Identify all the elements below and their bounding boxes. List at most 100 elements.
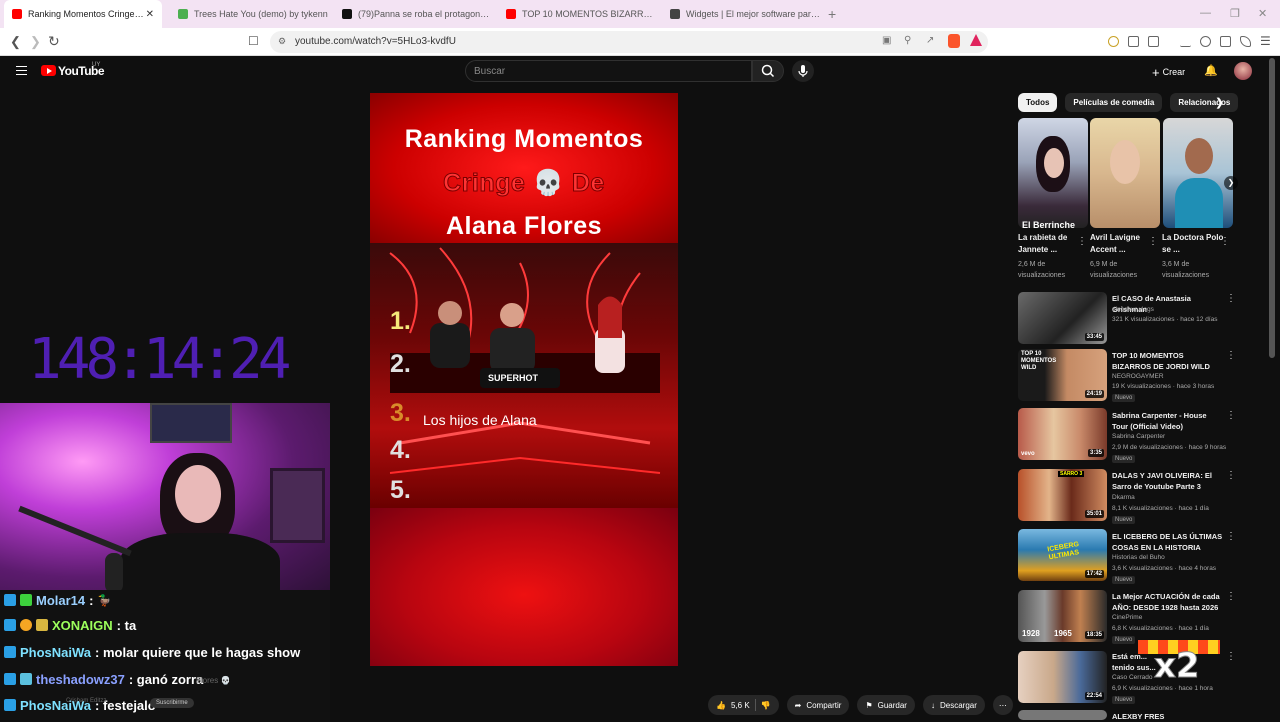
video-more-icon[interactable]: ⋮ (1226, 350, 1236, 361)
leo-icon[interactable] (1240, 36, 1251, 47)
new-tab-button[interactable]: + (828, 6, 836, 22)
sidebar-icon[interactable] (1148, 36, 1159, 47)
short-thumbnail[interactable] (1163, 118, 1233, 228)
channel-name[interactable]: Historias del Buho (1112, 554, 1165, 561)
bookmark-icon[interactable]: ☐ (248, 34, 259, 48)
duration-badge: 18:35 (1084, 631, 1104, 639)
channel-name[interactable]: NEGROGAYMER (1112, 373, 1164, 380)
media-icon[interactable] (1200, 36, 1211, 47)
chat-username[interactable]: XONAIGN (52, 618, 113, 633)
tab-top10[interactable]: TOP 10 MOMENTOS BIZARROS DE (498, 0, 658, 28)
tab-trees-hate-you[interactable]: Trees Hate You (demo) by tykenn (170, 0, 330, 28)
video-title[interactable]: EL ICEBERG DE LAS ÚLTIMAS COSAS EN LA HI… (1112, 531, 1224, 553)
video-title[interactable]: ALEXBY FRES (1112, 711, 1224, 722)
chip-comedy[interactable]: Películas de comedia (1065, 93, 1163, 112)
url-field[interactable]: ⚙ youtube.com/watch?v=5HLo3-kvdfU ▣ ⚲ ↗ (270, 31, 988, 53)
save-button[interactable]: ⚑ Guardar (857, 695, 915, 715)
account-avatar[interactable] (1234, 62, 1252, 80)
tab-ranking[interactable]: Ranking Momentos Cringe De A ✕ (4, 0, 162, 28)
guide-menu-icon[interactable] (16, 66, 27, 75)
like-button[interactable]: 👍 5,6 K 👎 (708, 695, 779, 715)
short-more-icon[interactable]: ⋮ (1148, 236, 1158, 247)
save-label: Guardar (877, 700, 907, 710)
window-close-icon[interactable]: ✕ (1258, 7, 1267, 20)
video-thumbnail[interactable]: 22:54 (1018, 651, 1107, 703)
extension-icon[interactable] (1108, 36, 1119, 47)
back-icon[interactable]: ❮ (10, 34, 21, 50)
chat-username[interactable]: theshadowz37 (36, 672, 125, 687)
video-title[interactable]: La Mejor ACTUACIÓN de cada AÑO: DESDE 19… (1112, 591, 1224, 613)
short-more-icon[interactable]: ⋮ (1220, 236, 1230, 247)
thumbs-down-icon[interactable]: 👎 (761, 701, 771, 710)
video-more-icon[interactable]: ⋮ (1226, 410, 1236, 421)
chip-related[interactable]: Relacionados (1170, 93, 1239, 112)
skull-icon: 💀 (532, 169, 565, 197)
download-button[interactable]: ↓ Descargar (922, 695, 985, 715)
page-scrollbar[interactable] (1269, 58, 1275, 358)
tiktok-favicon-icon (342, 9, 352, 19)
chat-username[interactable]: Molar14 (36, 593, 85, 608)
short-thumbnail[interactable]: El Berrinche (1018, 118, 1088, 230)
video-thumbnail[interactable]: vevo 3:35 (1018, 408, 1107, 460)
mic-arm (18, 505, 132, 557)
shorts-next-icon[interactable]: ❯ (1224, 176, 1238, 190)
notifications-bell-icon[interactable]: 🔔 (1204, 64, 1218, 77)
share-button[interactable]: ➦ Compartir (786, 695, 850, 715)
ghost-subscribe-button: Suscribirme (150, 698, 194, 708)
minimize-icon[interactable]: — (1200, 7, 1211, 19)
prime-badge-icon (4, 619, 16, 631)
video-player[interactable]: Ranking Momentos Cringe 💀 De Alana Flore… (370, 93, 678, 666)
video-thumbnail[interactable]: ICEBERG ULTIMAS 17:42 (1018, 529, 1107, 581)
video-more-icon[interactable]: ⋮ (1226, 591, 1236, 602)
forward-icon[interactable]: ❯ (30, 34, 41, 50)
short-thumbnail[interactable] (1090, 118, 1160, 228)
video-thumbnail[interactable]: SARRO 3 35:01 (1018, 469, 1107, 521)
youtube-logo-icon[interactable] (41, 65, 56, 76)
tab-tiktok[interactable]: (79)Panna se roba el protagonismo (334, 0, 494, 28)
video-meta: 3,6 K visualizaciones · hace 4 horas (1112, 565, 1217, 572)
reload-icon[interactable]: ↻ (48, 33, 60, 50)
chat-username[interactable]: PhosNaiWa (20, 645, 91, 660)
channel-name[interactable]: Sabrina Carpenter (1112, 433, 1165, 440)
search-input[interactable] (466, 62, 751, 81)
site-info-icon[interactable]: ⚙ (278, 36, 286, 47)
video-more-icon[interactable]: ⋮ (1226, 470, 1236, 481)
brave-shield-icon[interactable] (948, 34, 960, 48)
close-tab-icon[interactable]: ✕ (146, 9, 154, 20)
menu-icon[interactable]: ☰ (1260, 34, 1271, 48)
video-more-icon[interactable]: ⋮ (1226, 293, 1236, 304)
voice-search-button[interactable] (792, 60, 814, 82)
search-box[interactable] (465, 60, 752, 82)
maximize-icon[interactable]: ❐ (1230, 7, 1240, 20)
download-icon[interactable] (1180, 36, 1191, 47)
video-more-icon[interactable]: ⋮ (1226, 531, 1236, 542)
search-button[interactable] (752, 60, 784, 82)
short-title[interactable]: La rabieta de Jannete ... (1018, 232, 1080, 256)
puzzle-icon[interactable] (1128, 36, 1139, 47)
video-title[interactable]: TOP 10 MOMENTOS BIZARROS DE JORDI WILD (1112, 350, 1224, 372)
channel-name[interactable]: dinosaur vlogs (1112, 306, 1154, 313)
zoom-icon[interactable]: ⚲ (904, 35, 911, 46)
chips-next-icon[interactable]: ❯ (1215, 96, 1224, 109)
video-title[interactable]: DALAS Y JAVI OLIVEIRA: El Sarro de Youtu… (1112, 470, 1224, 492)
video-meta: 6,8 K visualizaciones · hace 1 día (1112, 625, 1209, 632)
tab-widgets[interactable]: Widgets | El mejor software para por (662, 0, 822, 28)
video-title[interactable]: Sabrina Carpenter - House Tour (Official… (1112, 410, 1224, 432)
wallet-icon[interactable] (1220, 36, 1231, 47)
short-title[interactable]: La Doctora Polo se ... (1162, 232, 1224, 256)
share-page-icon[interactable]: ↗ (926, 35, 934, 46)
channel-name[interactable]: CinePrime (1112, 614, 1142, 621)
chip-todos[interactable]: Todos (1018, 93, 1058, 112)
video-thumbnail[interactable] (1018, 710, 1107, 720)
create-button[interactable]: + Crear (1152, 63, 1185, 81)
brave-rewards-icon[interactable] (970, 34, 982, 46)
short-title[interactable]: Avril Lavigne Accent ... (1090, 232, 1152, 256)
short-more-icon[interactable]: ⋮ (1077, 236, 1087, 247)
video-thumbnail[interactable]: 33:45 (1018, 292, 1107, 344)
video-thumbnail[interactable]: 1928 1965 18:35 (1018, 590, 1107, 642)
channel-name[interactable]: Dkarma (1112, 494, 1135, 501)
cast-icon[interactable]: ▣ (882, 35, 891, 46)
more-actions-button[interactable]: ⋯ (992, 695, 1013, 715)
video-thumbnail[interactable]: TOP 10 MOMENTOS WILD 24:19 (1018, 349, 1107, 401)
video-more-icon[interactable]: ⋮ (1226, 651, 1236, 662)
